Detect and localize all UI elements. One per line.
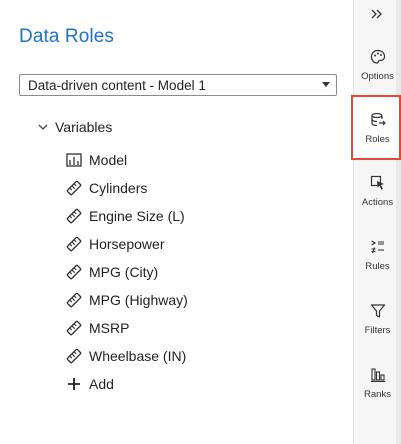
variable-item-mpg-city[interactable]: MPG (City) bbox=[66, 258, 188, 286]
model-select-value: Data-driven content - Model 1 bbox=[28, 77, 206, 93]
rail-ranks-button[interactable]: Ranks bbox=[354, 358, 401, 410]
measure-icon bbox=[66, 292, 82, 308]
rail-rules-button[interactable]: Rules bbox=[354, 230, 401, 282]
add-variable-button[interactable]: Add bbox=[66, 370, 188, 398]
variable-item-msrp[interactable]: MSRP bbox=[66, 314, 188, 342]
variable-label: Horsepower bbox=[89, 236, 165, 252]
variable-label: Cylinders bbox=[89, 180, 148, 196]
rail-actions-button[interactable]: Actions bbox=[354, 166, 401, 218]
filter-icon bbox=[369, 302, 387, 320]
pointer-icon bbox=[369, 174, 387, 192]
double-chevron-right-icon bbox=[371, 6, 383, 24]
variable-item-cylinders[interactable]: Cylinders bbox=[66, 174, 188, 202]
variable-label: MSRP bbox=[89, 320, 130, 336]
rail-label: Actions bbox=[361, 197, 394, 208]
rail-filters-button[interactable]: Filters bbox=[354, 294, 401, 346]
variable-item-model[interactable]: Model bbox=[66, 146, 188, 174]
rail-label: Rules bbox=[365, 261, 390, 272]
variables-header: Variables bbox=[55, 119, 113, 135]
palette-icon bbox=[369, 48, 387, 66]
rail-label: Filters bbox=[364, 325, 391, 336]
rules-icon bbox=[369, 238, 387, 256]
ranks-icon bbox=[369, 366, 387, 384]
collapse-panel-button[interactable] bbox=[368, 6, 386, 24]
rail-label: Ranks bbox=[364, 389, 391, 400]
rail-label: Options bbox=[361, 71, 394, 82]
data-roles-panel: Data Roles Data-driven content - Model 1… bbox=[0, 0, 353, 444]
measure-icon bbox=[66, 208, 82, 224]
category-icon bbox=[66, 152, 82, 168]
rail-roles-button[interactable]: Roles bbox=[354, 103, 401, 155]
variable-label: Model bbox=[89, 152, 128, 168]
measure-icon bbox=[66, 236, 82, 252]
rail-options-button[interactable]: Options bbox=[354, 40, 401, 92]
roles-icon bbox=[369, 111, 387, 129]
variable-item-wheelbase[interactable]: Wheelbase (IN) bbox=[66, 342, 188, 370]
measure-icon bbox=[66, 264, 82, 280]
variable-item-engine-size[interactable]: Engine Size (L) bbox=[66, 202, 188, 230]
page-title: Data Roles bbox=[19, 26, 114, 47]
variable-item-horsepower[interactable]: Horsepower bbox=[66, 230, 188, 258]
variable-label: Wheelbase (IN) bbox=[89, 348, 187, 364]
measure-icon bbox=[66, 180, 82, 196]
measure-icon bbox=[66, 348, 82, 364]
model-select[interactable]: Data-driven content - Model 1 bbox=[19, 74, 337, 96]
caret-down-icon bbox=[316, 82, 336, 88]
rail-label: Roles bbox=[365, 134, 390, 145]
plus-icon bbox=[66, 376, 82, 392]
add-label: Add bbox=[89, 376, 114, 392]
chevron-down-icon bbox=[36, 120, 50, 134]
variable-item-mpg-highway[interactable]: MPG (Highway) bbox=[66, 286, 188, 314]
variables-toggle[interactable]: Variables bbox=[36, 119, 112, 135]
variable-label: MPG (Highway) bbox=[89, 292, 188, 308]
measure-icon bbox=[66, 320, 82, 336]
variables-list: Model Cylinders Engine Size (L) Horsepow… bbox=[66, 146, 188, 398]
variable-label: MPG (City) bbox=[89, 264, 159, 280]
variable-label: Engine Size (L) bbox=[89, 208, 185, 224]
